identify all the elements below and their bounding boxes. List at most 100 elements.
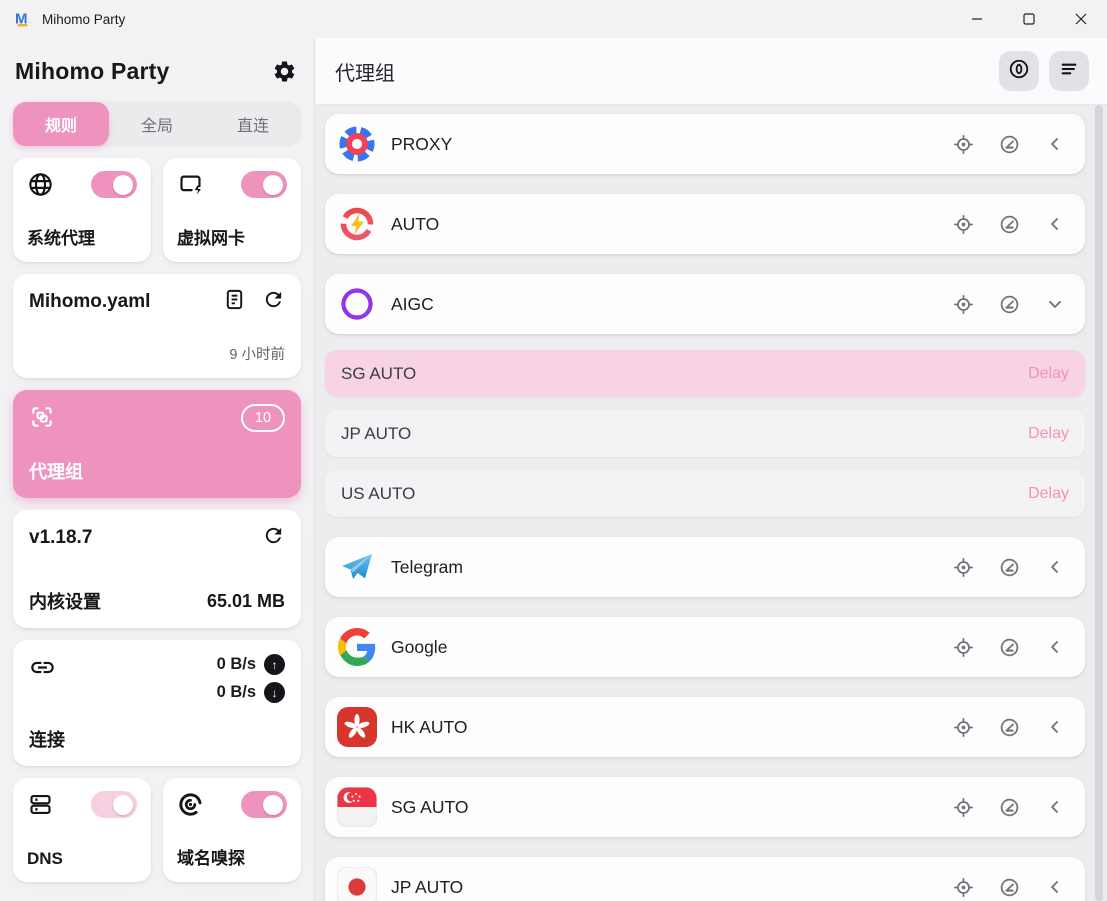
tun-toggle[interactable]: [241, 171, 287, 198]
proxy-groups-label: 代理组: [29, 458, 285, 484]
minimize-button[interactable]: [951, 0, 1003, 38]
app-logo-icon: M: [14, 10, 32, 28]
download-speed: 0 B/s: [217, 683, 256, 702]
profile-refresh-icon[interactable]: [262, 288, 285, 316]
locate-node-icon[interactable]: [953, 134, 974, 155]
expand-chevron-icon[interactable]: [1045, 294, 1065, 314]
scrollbar[interactable]: [1095, 105, 1103, 901]
expand-chevron-icon[interactable]: [1045, 214, 1065, 234]
jp-flag-icon: [337, 867, 377, 901]
main-header: 代理组: [315, 38, 1107, 105]
hk-flag-icon: [337, 707, 377, 747]
delay-test-label[interactable]: Delay: [1028, 425, 1069, 443]
google-icon: [337, 627, 377, 667]
proxy-node-row[interactable]: JP AUTO Delay: [325, 410, 1085, 457]
core-refresh-icon[interactable]: [262, 524, 285, 552]
speedtest-gauge-icon[interactable]: [999, 134, 1020, 155]
locate-node-icon[interactable]: [953, 797, 974, 818]
proxy-group-block: HK AUTO: [325, 697, 1085, 757]
system-proxy-toggle[interactable]: [91, 171, 137, 198]
proxy-group-row[interactable]: PROXY: [325, 114, 1085, 174]
tun-label: 虚拟网卡: [177, 224, 287, 249]
speedtest-gauge-icon[interactable]: [999, 797, 1020, 818]
tun-card[interactable]: 虚拟网卡: [163, 158, 301, 262]
speedtest-gauge-icon[interactable]: [999, 557, 1020, 578]
sniffer-icon: [177, 791, 204, 823]
tab-rule[interactable]: 规则: [13, 102, 109, 146]
proxy-group-icon: [29, 404, 55, 435]
proxy-node-row[interactable]: SG AUTO Delay: [325, 350, 1085, 397]
tab-global[interactable]: 全局: [109, 102, 205, 146]
speedtest-gauge-icon[interactable]: [999, 637, 1020, 658]
proxy-node-row[interactable]: US AUTO Delay: [325, 470, 1085, 517]
locate-node-icon[interactable]: [953, 637, 974, 658]
upload-arrow-icon: ↑: [264, 654, 285, 675]
sidebar-item-proxy-groups[interactable]: 10 代理组: [13, 390, 301, 498]
auto-flash-icon: [337, 204, 377, 244]
sg-flag-icon: [337, 787, 377, 827]
proxy-group-row[interactable]: Telegram: [325, 537, 1085, 597]
proxy-group-block: SG AUTO: [325, 777, 1085, 837]
proxy-group-row[interactable]: SG AUTO: [325, 777, 1085, 837]
dns-label: DNS: [27, 849, 137, 869]
layout-toggle-button[interactable]: [1049, 51, 1089, 91]
profile-card[interactable]: Mihomo.yaml 9 小时前: [13, 274, 301, 378]
globe-icon: [27, 171, 54, 203]
delay-sort-button[interactable]: [999, 51, 1039, 91]
core-settings-card[interactable]: v1.18.7 内核设置 65.01 MB: [13, 510, 301, 628]
tab-direct[interactable]: 直连: [205, 102, 301, 146]
connections-card[interactable]: 0 B/s↑ 0 B/s↓ 连接: [13, 640, 301, 766]
dns-card[interactable]: DNS: [13, 778, 151, 882]
profile-file-icon[interactable]: [223, 288, 246, 316]
proxy-group-name: AIGC: [391, 294, 939, 315]
sidebar: Mihomo Party 规则 全局 直连: [0, 38, 315, 901]
proxy-group-row[interactable]: HK AUTO: [325, 697, 1085, 757]
proxy-group-row[interactable]: Google: [325, 617, 1085, 677]
proxy-group-row[interactable]: AIGC: [325, 274, 1085, 334]
proxy-group-block: AIGC SG AUTO Delay JP AUTO Delay US AUTO…: [325, 274, 1085, 517]
expand-chevron-icon[interactable]: [1045, 557, 1065, 577]
locate-node-icon[interactable]: [953, 877, 974, 898]
locate-node-icon[interactable]: [953, 214, 974, 235]
connections-label: 连接: [29, 726, 285, 752]
settings-gear-icon[interactable]: [269, 56, 299, 86]
delay-test-label[interactable]: Delay: [1028, 365, 1069, 383]
locate-node-icon[interactable]: [953, 717, 974, 738]
system-proxy-card[interactable]: 系统代理: [13, 158, 151, 262]
link-icon: [29, 654, 56, 686]
core-version: v1.18.7: [29, 527, 92, 549]
zero-circle-icon: [1008, 58, 1030, 85]
proxy-group-name: JP AUTO: [391, 877, 939, 898]
speedtest-gauge-icon[interactable]: [999, 214, 1020, 235]
sniff-card[interactable]: 域名嗅探: [163, 778, 301, 882]
proxy-group-count-badge: 10: [241, 404, 285, 432]
speedtest-gauge-icon[interactable]: [999, 877, 1020, 898]
proxy-group-name: SG AUTO: [391, 797, 939, 818]
window-title: Mihomo Party: [42, 12, 125, 27]
sniff-toggle[interactable]: [241, 791, 287, 818]
proxy-group-name: Google: [391, 637, 939, 658]
locate-node-icon[interactable]: [953, 294, 974, 315]
delay-test-label[interactable]: Delay: [1028, 485, 1069, 503]
sort-lines-icon: [1058, 58, 1080, 85]
speedtest-gauge-icon[interactable]: [999, 717, 1020, 738]
locate-node-icon[interactable]: [953, 557, 974, 578]
proxy-group-name: Telegram: [391, 557, 939, 578]
sidebar-title: Mihomo Party: [15, 58, 169, 85]
page-title: 代理组: [335, 57, 395, 86]
proxy-group-list: PROXY AUTO: [315, 105, 1107, 901]
expand-chevron-icon[interactable]: [1045, 877, 1065, 897]
proxy-node-name: SG AUTO: [341, 364, 416, 384]
proxy-group-block: AUTO: [325, 194, 1085, 254]
expand-chevron-icon[interactable]: [1045, 134, 1065, 154]
proxy-node-name: JP AUTO: [341, 424, 411, 444]
maximize-button[interactable]: [1003, 0, 1055, 38]
dns-toggle[interactable]: [91, 791, 137, 818]
proxy-group-row[interactable]: AUTO: [325, 194, 1085, 254]
close-button[interactable]: [1055, 0, 1107, 38]
expand-chevron-icon[interactable]: [1045, 717, 1065, 737]
proxy-group-row[interactable]: JP AUTO: [325, 857, 1085, 901]
expand-chevron-icon[interactable]: [1045, 637, 1065, 657]
speedtest-gauge-icon[interactable]: [999, 294, 1020, 315]
expand-chevron-icon[interactable]: [1045, 797, 1065, 817]
